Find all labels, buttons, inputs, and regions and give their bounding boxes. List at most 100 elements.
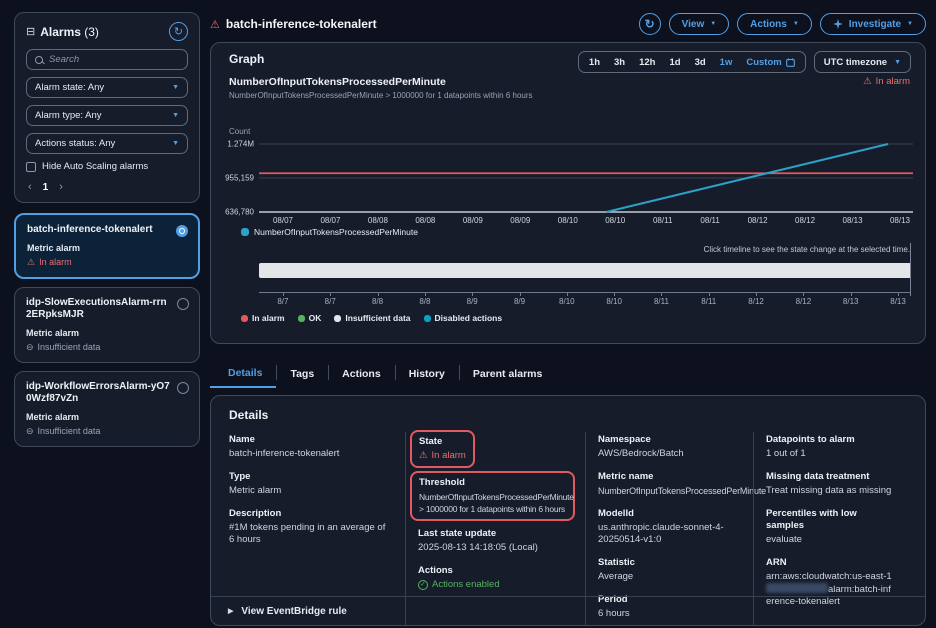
time-range-1h[interactable]: 1h	[582, 57, 607, 68]
alarm-item-type: Metric alarm	[26, 328, 188, 338]
view-eventbridge-rule-expander[interactable]: ▶ View EventBridge rule	[211, 596, 925, 625]
time-range-3h[interactable]: 3h	[607, 57, 632, 68]
tab-parent-alarms[interactable]: Parent alarms	[459, 359, 556, 388]
filter-select[interactable]: Actions status: Any▼	[26, 133, 188, 154]
detail-field: Actions✓Actions enabled	[418, 565, 573, 591]
tab-details[interactable]: Details	[210, 359, 276, 388]
main-content: ⚠ batch-inference-tokenalert ↻ View ▼ Ac…	[210, 12, 926, 626]
timeline-tick-label: 8/8	[419, 297, 430, 306]
sidebar-refresh-button[interactable]: ↻	[169, 22, 188, 41]
metric-subtitle: NumberOfInputTokensProcessedPerMinute > …	[229, 91, 533, 100]
x-axis-tick-label: 08/11	[700, 216, 719, 225]
prev-page-button[interactable]: ‹	[28, 181, 32, 193]
alarms-filter-panel: ⊟ Alarms (3) ↻ Search Alarm state: Any▼A…	[14, 12, 200, 203]
time-range-1d[interactable]: 1d	[662, 57, 687, 68]
alarm-detail-header: ⚠ batch-inference-tokenalert ↻ View ▼ Ac…	[210, 12, 926, 36]
filter-select[interactable]: Alarm state: Any▼	[26, 77, 188, 98]
state-legend-dot	[424, 315, 431, 322]
collapse-panel-icon[interactable]: ⊟	[26, 25, 35, 38]
timezone-dropdown[interactable]: UTC timezone ▼	[814, 51, 911, 73]
timeline-note: Click timeline to see the state change a…	[704, 245, 910, 254]
time-range-label: 3d	[695, 57, 706, 68]
time-range-12h[interactable]: 12h	[632, 57, 662, 68]
sidebar-title: Alarms (3)	[40, 25, 169, 39]
sidebar-header: ⊟ Alarms (3) ↻	[26, 22, 188, 41]
detail-field: ModelIdus.anthropic.claude-sonnet-4-2025…	[598, 508, 741, 546]
checkbox-label: Hide Auto Scaling alarms	[42, 161, 148, 172]
field-value: Metric alarm	[229, 485, 393, 497]
in-alarm-warning-icon: ⚠	[27, 257, 35, 268]
tab-history[interactable]: History	[395, 359, 459, 388]
y-axis-tick-label: 955,159	[211, 174, 254, 183]
field-label: Percentiles with low samples	[766, 508, 895, 532]
alarm-list-item[interactable]: idp-SlowExecutionsAlarm-rrn2ERpksMJRMetr…	[14, 287, 200, 363]
field-value: AWS/Bedrock/Batch	[598, 448, 741, 460]
x-axis-tick-label: 08/09	[463, 216, 483, 225]
filter-select[interactable]: Alarm type: Any▼	[26, 105, 188, 126]
state-legend-label: Disabled actions	[435, 313, 503, 323]
x-axis-tick-label: 08/10	[605, 216, 625, 225]
metric-legend: NumberOfInputTokensProcessedPerMinute	[241, 227, 418, 237]
timeline-tick	[803, 293, 804, 296]
investigate-button[interactable]: Investigate ▼	[820, 13, 926, 35]
filter-selects: Alarm state: Any▼ Alarm type: Any▼ Actions…	[26, 77, 188, 154]
time-range-label: 1d	[669, 57, 680, 68]
field-label: ARN	[766, 557, 895, 569]
alarm-search-input[interactable]: Search	[26, 49, 188, 70]
chevron-down-icon: ▼	[793, 21, 799, 27]
tab-actions[interactable]: Actions	[328, 359, 395, 388]
header-refresh-button[interactable]: ↻	[639, 13, 661, 35]
state-legend-label: Insufficient data	[345, 313, 410, 323]
view-button-label: View	[682, 19, 705, 30]
alarm-radio[interactable]	[177, 298, 189, 310]
actions-button-label: Actions	[750, 19, 787, 30]
field-label: State	[419, 436, 466, 448]
alarm-list-item[interactable]: batch-inference-tokenalertMetric alarm⚠I…	[14, 213, 200, 279]
time-range-custom[interactable]: Custom	[739, 57, 801, 68]
timeline-now-marker	[910, 243, 911, 296]
alarm-list-item[interactable]: idp-WorkflowErrorsAlarm-yO70Wzf87vZnMetr…	[14, 371, 200, 447]
timeline-tick-label: 8/11	[701, 297, 716, 306]
detail-field: Last state update2025-08-13 14:18:05 (Lo…	[418, 528, 573, 554]
timeline-tick	[330, 293, 331, 296]
detail-field: Datapoints to alarm1 out of 1	[766, 434, 895, 460]
detail-field: Namebatch-inference-tokenalert	[229, 434, 393, 460]
time-range-1w[interactable]: 1w	[713, 57, 740, 68]
app-root: ⊟ Alarms (3) ↻ Search Alarm state: Any▼A…	[0, 0, 936, 628]
alarm-radio[interactable]	[176, 225, 188, 237]
tab-tags[interactable]: Tags	[276, 359, 328, 388]
metric-legend-dot	[241, 228, 249, 236]
graph-panel: Graph 1h 3h 12h 1d 3d 1wCustom UTC timezone ▼…	[210, 42, 926, 344]
field-value: #1M tokens pending in an average of 6 ho…	[229, 522, 393, 546]
field-label: Name	[229, 434, 393, 446]
timeline-segment-insufficient-data	[259, 263, 911, 278]
timeline-tick	[898, 293, 899, 296]
next-page-button[interactable]: ›	[59, 181, 63, 193]
detail-field: State ⚠In alarm	[419, 436, 466, 462]
state-legend-dot	[298, 315, 305, 322]
field-label: Threshold	[419, 477, 566, 489]
chevron-down-icon: ▼	[172, 84, 179, 91]
detail-field: TypeMetric alarm	[229, 471, 393, 497]
details-heading: Details	[229, 408, 907, 422]
alarm-radio[interactable]	[177, 382, 189, 394]
insufficient-data-icon: ⊖	[26, 342, 34, 353]
state-value-label: In alarm	[432, 450, 466, 462]
graph-panel-title: Graph	[229, 52, 264, 66]
timeline-tick	[614, 293, 615, 296]
field-value: evaluate	[766, 534, 895, 546]
actions-button[interactable]: Actions ▼	[737, 13, 812, 35]
insufficient-data-icon: ⊖	[26, 426, 34, 437]
y-axis-tick-label: 1.274M	[211, 140, 254, 149]
state-timeline-bar[interactable]	[259, 263, 911, 278]
state-legend: In alarmOKInsufficient dataDisabled acti…	[241, 313, 502, 323]
view-button[interactable]: View ▼	[669, 13, 730, 35]
time-range-label: 3h	[614, 57, 625, 68]
field-value: Treat missing data as missing	[766, 485, 895, 497]
in-alarm-warning-icon: ⚠	[210, 18, 220, 31]
filter-select-value: Actions status: Any	[35, 138, 115, 149]
detail-field: StatisticAverage	[598, 557, 741, 583]
field-value-state: ⚠In alarm	[419, 450, 466, 462]
time-range-3d[interactable]: 3d	[688, 57, 713, 68]
hide-autoscaling-checkbox[interactable]: Hide Auto Scaling alarms	[26, 161, 188, 172]
